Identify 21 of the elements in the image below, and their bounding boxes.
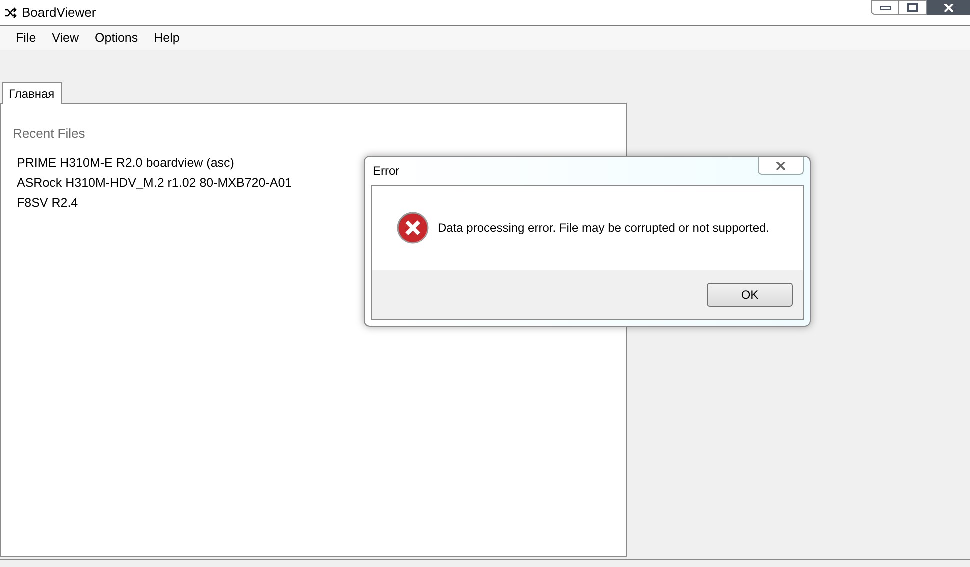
- close-icon: [944, 4, 954, 12]
- menu-item[interactable]: Options: [87, 28, 146, 48]
- close-icon: [776, 162, 786, 170]
- dialog-title: Error: [373, 163, 400, 180]
- ok-button[interactable]: OK: [707, 282, 793, 306]
- tab[interactable]: Главная: [2, 82, 62, 104]
- error-icon: [397, 212, 429, 244]
- window-title: BoardViewer: [22, 4, 96, 22]
- recent-file-link[interactable]: F8SV R2.4: [17, 192, 78, 212]
- menu-item[interactable]: View: [44, 28, 88, 48]
- shuffle-icon: [4, 6, 18, 18]
- menu-item[interactable]: Help: [146, 28, 188, 48]
- close-button[interactable]: [758, 157, 804, 175]
- maximize-button[interactable]: [899, 0, 927, 15]
- minimize-button[interactable]: [871, 0, 899, 15]
- menu-item[interactable]: File: [8, 28, 44, 48]
- recent-file-link[interactable]: ASRock H310M-HDV_M.2 r1.02 80-MXB720-A01: [17, 172, 292, 192]
- error-message: Data processing error. File may be corrupted or not supported.: [438, 220, 770, 237]
- section-heading: Recent Files: [13, 125, 86, 143]
- recent-file-link[interactable]: PRIME H310M-E R2.0 boardview (asc): [17, 152, 234, 172]
- close-button[interactable]: [927, 0, 970, 15]
